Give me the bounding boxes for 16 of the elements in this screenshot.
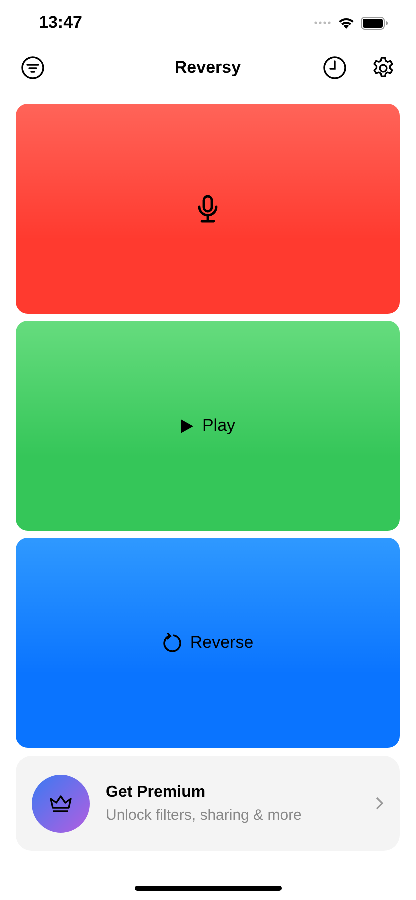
chevron-icon <box>376 797 384 810</box>
premium-subtitle: Unlock filters, sharing & more <box>106 806 303 824</box>
status-time: 13:47 <box>39 13 82 33</box>
rotate-icon <box>162 633 182 653</box>
play-icon <box>180 418 194 434</box>
premium-card[interactable]: Get Premium Unlock filters, sharing & more <box>16 756 400 851</box>
battery-icon <box>361 16 388 30</box>
filter-button[interactable] <box>20 55 46 81</box>
play-button[interactable]: Play <box>16 321 400 531</box>
signal-icon <box>314 21 332 25</box>
wifi-icon <box>338 17 355 29</box>
history-button[interactable] <box>322 55 348 81</box>
microphone-icon <box>197 195 219 223</box>
reverse-button[interactable]: Reverse <box>16 538 400 748</box>
premium-title: Get Premium <box>106 784 207 802</box>
app-title: Reversy <box>174 58 242 78</box>
